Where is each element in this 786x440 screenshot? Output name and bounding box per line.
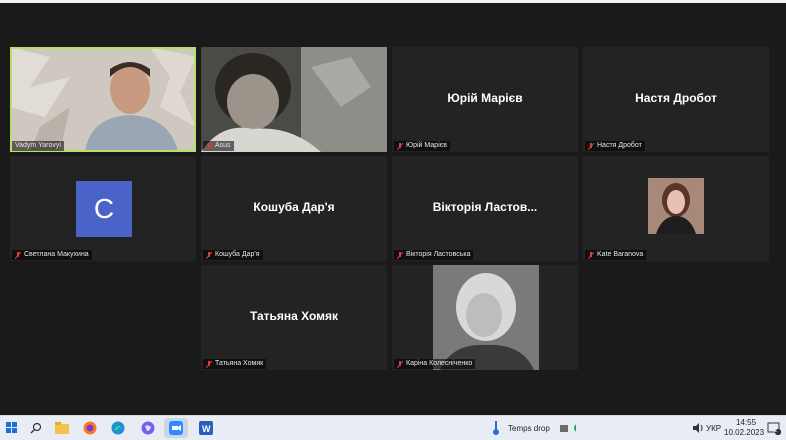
participant-display-name: Юрій Марієв (447, 91, 523, 105)
profile-photo (392, 265, 578, 370)
participant-tile-yuriy[interactable]: Юрій Марієв Юрій Марієв (392, 47, 578, 152)
participant-label: Asus (203, 141, 234, 151)
participant-label: Каріна Колесніченко (394, 359, 476, 369)
avatar: C (76, 181, 132, 237)
participant-display-name: Татьяна Хомяк (249, 309, 339, 323)
search-icon[interactable] (28, 420, 44, 436)
file-explorer-icon[interactable] (54, 420, 70, 436)
muted-mic-icon (397, 360, 403, 368)
clock-time[interactable]: 14:55 (736, 418, 756, 427)
thermometer-icon (488, 420, 504, 436)
zoom-icon[interactable] (164, 418, 188, 438)
volume-icon[interactable] (690, 420, 706, 436)
muted-mic-icon (397, 251, 403, 259)
viber-icon[interactable] (140, 420, 156, 436)
participant-label: Kate Baranova (585, 250, 647, 260)
webcam-video-vadym (10, 47, 196, 152)
notification-count: 2 (774, 428, 778, 434)
clock-date[interactable]: 10.02.2023 (724, 428, 764, 437)
zoom-gallery-view: Vadym Yarovyi Asus Юрій Марієв Юрій Марі… (0, 3, 786, 415)
muted-mic-icon (588, 142, 594, 150)
edge-icon[interactable] (110, 420, 126, 436)
weather-text[interactable]: Temps drop (508, 424, 550, 433)
svg-text:W: W (202, 424, 211, 434)
participant-tile-koshuba[interactable]: Кошуба Дар'я Кошуба Дар'я (201, 156, 387, 261)
word-icon[interactable]: W (198, 420, 214, 436)
firefox-icon[interactable] (82, 420, 98, 436)
participant-label: Настя Дробот (585, 141, 645, 151)
participant-display-name: Настя Дробот (635, 91, 717, 105)
start-icon[interactable] (4, 420, 20, 436)
participant-label: Вікторія Ластовська (394, 250, 474, 260)
participant-display-name: Кошуба Дар'я (253, 200, 335, 214)
participant-label: Vadym Yarovyi (12, 141, 64, 151)
muted-mic-icon (206, 142, 212, 150)
participant-tile-asus[interactable]: Asus (201, 47, 387, 152)
participant-tile-tatyana[interactable]: Татьяна Хомяк Татьяна Хомяк (201, 265, 387, 370)
participant-tile-kate[interactable]: Kate Baranova (583, 156, 769, 261)
participant-tile-karina[interactable]: Каріна Колесніченко (392, 265, 578, 370)
muted-mic-icon (206, 360, 212, 368)
participant-display-name: Вікторія Ластов... (432, 200, 538, 214)
windows-taskbar: W Temps drop УКР 14:55 10.02.2023 2 (0, 415, 786, 440)
participant-tile-vadym[interactable]: Vadym Yarovyi (10, 47, 196, 152)
muted-mic-icon (15, 251, 21, 259)
webcam-video-asus (201, 47, 387, 152)
participant-label: Светлана Макухина (12, 250, 92, 260)
participant-tile-viktoria[interactable]: Вікторія Ластов... Вікторія Ластовська (392, 156, 578, 261)
participant-label: Юрій Марієв (394, 141, 450, 151)
participant-label: Татьяна Хомяк (203, 359, 267, 369)
muted-mic-icon (588, 251, 594, 259)
muted-mic-icon (397, 142, 403, 150)
participant-tile-svetlana[interactable]: C Светлана Макухина (10, 156, 196, 261)
participant-tile-nastya[interactable]: Настя Дробот Настя Дробот (583, 47, 769, 152)
participant-label: Кошуба Дар'я (203, 250, 263, 260)
tray-icons[interactable] (560, 420, 576, 436)
language-indicator[interactable]: УКР (706, 424, 721, 433)
profile-photo (648, 178, 704, 234)
muted-mic-icon (206, 251, 212, 259)
